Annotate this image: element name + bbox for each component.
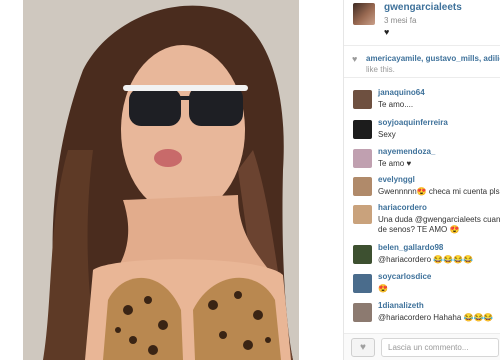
commenter-username[interactable]: soyjoaquinferreira xyxy=(378,118,448,127)
commenter-avatar[interactable] xyxy=(353,245,372,264)
post-header: gwengarcialeets 3 mesi fa ♥ xyxy=(344,0,500,46)
likes-summary: ♥ americayamile, gustavo_mills, adilio l… xyxy=(344,50,500,78)
commenter-avatar[interactable] xyxy=(353,120,372,139)
comment-item: hariacordero Una duda @gwengarcialeets cu… xyxy=(344,203,500,234)
heart-icon: ♥ xyxy=(360,342,366,353)
comment-composer: ♥ xyxy=(344,333,500,360)
comment-text: @hariacordero Hahaha 😂😂😂 xyxy=(378,313,494,322)
commenter-avatar[interactable] xyxy=(353,274,372,293)
author-username[interactable]: gwengarcialeets xyxy=(384,2,462,13)
liked-heart-icon: ♥ xyxy=(384,27,390,37)
heart-icon: ♥ xyxy=(352,54,358,64)
comment-input[interactable] xyxy=(381,338,499,357)
commenter-avatar[interactable] xyxy=(353,90,372,109)
post-timestamp: 3 mesi fa xyxy=(384,16,417,25)
comment-item: evelynggl Gwennnnn😍 checa mi cuenta pls😍 xyxy=(344,175,500,205)
post-photo[interactable] xyxy=(23,0,299,360)
like-button[interactable]: ♥ xyxy=(351,338,375,357)
author-avatar[interactable] xyxy=(353,3,375,25)
comment-item: soycarlosdice 😍 xyxy=(344,272,500,302)
likes-usernames[interactable]: americayamile, gustavo_mills, adilio xyxy=(366,54,500,63)
commenter-avatar[interactable] xyxy=(353,303,372,322)
photo-illustration xyxy=(23,0,299,360)
comment-text-continued: de senos? TE AMO 😍 xyxy=(378,225,460,234)
commenter-username[interactable]: soycarlosdice xyxy=(378,272,431,281)
commenter-username[interactable]: 1dianalizeth xyxy=(378,301,424,310)
comment-item: 1dianalizeth @hariacordero Hahaha 😂😂😂 xyxy=(344,301,500,331)
comment-item: soyjoaquinferreira Sexy xyxy=(344,118,500,148)
comment-text: Te amo.... xyxy=(378,100,414,109)
commenter-username[interactable]: evelynggl xyxy=(378,175,415,184)
comment-text: Gwennnnn😍 checa mi cuenta pls😍 xyxy=(378,187,500,196)
commenter-username[interactable]: nayemendoza_ xyxy=(378,147,435,156)
post-sidebar: gwengarcialeets 3 mesi fa ♥ ♥ americayam… xyxy=(343,0,500,360)
commenter-avatar[interactable] xyxy=(353,177,372,196)
comment-text: @hariacordero 😂😂😂😂 xyxy=(378,255,474,264)
comment-text: Sexy xyxy=(378,130,396,139)
likes-suffix: like this. xyxy=(366,65,395,74)
comment-text: 😍 xyxy=(378,284,388,293)
comment-item: nayemendoza_ Te amo ♥ xyxy=(344,147,500,177)
photo-area xyxy=(0,0,343,360)
commenter-avatar[interactable] xyxy=(353,149,372,168)
comment-item: janaquino64 Te amo.... xyxy=(344,88,500,118)
commenter-username[interactable]: janaquino64 xyxy=(378,88,425,97)
commenter-username[interactable]: belen_gallardo98 xyxy=(378,243,443,252)
commenter-avatar[interactable] xyxy=(353,205,372,224)
comment-text: Te amo ♥ xyxy=(378,159,412,168)
commenter-username[interactable]: hariacordero xyxy=(378,203,427,212)
comment-text: Una duda @gwengarcialeets cuanto xyxy=(378,215,500,224)
comment-item: belen_gallardo98 @hariacordero 😂😂😂😂 xyxy=(344,243,500,273)
